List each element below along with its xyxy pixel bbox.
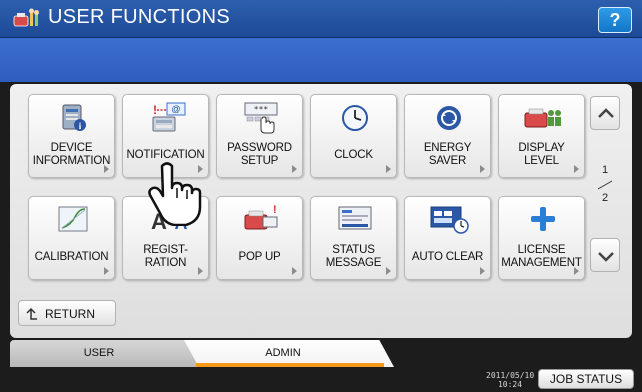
- svg-text:@: @: [171, 104, 180, 114]
- device-information-label: DEVICE INFORMATION: [32, 142, 111, 167]
- job-status-button[interactable]: JOB STATUS: [538, 369, 634, 389]
- message-area: [0, 38, 642, 82]
- arrow-icon: [574, 165, 579, 173]
- arrow-icon: [574, 267, 579, 275]
- energy-saver-button[interactable]: ENERGY SAVER: [404, 94, 491, 178]
- title-bar: USER FUNCTIONS ?: [0, 0, 642, 38]
- return-arrow-icon: [26, 307, 37, 320]
- page-title: USER FUNCTIONS: [48, 6, 230, 28]
- license-management-button[interactable]: LICENSE MANAGEMENT: [498, 196, 585, 280]
- tab-admin-label: ADMIN: [265, 347, 301, 359]
- date-text: 2011/05/10: [486, 371, 535, 380]
- arrow-icon: [480, 165, 485, 173]
- clock-label: CLOCK: [334, 148, 373, 161]
- date-time-display: 2011/05/10 10:24: [486, 371, 534, 389]
- password-keypad-icon: ***: [244, 102, 278, 134]
- svg-text:!: !: [153, 103, 157, 117]
- total-pages: 2: [601, 192, 609, 204]
- page-divider: [597, 180, 613, 190]
- calibration-button[interactable]: CALIBRATION: [28, 196, 115, 280]
- arrow-icon: [292, 267, 297, 275]
- display-level-button[interactable]: DISPLAY LEVEL: [498, 94, 585, 178]
- license-management-label: LICENSE MANAGEMENT: [501, 244, 582, 269]
- pop-up-icon: !: [244, 204, 278, 230]
- registration-label: REGIST- RATION: [143, 244, 188, 269]
- function-panel: i DEVICE INFORMATION ! @ NOTIFICATION **…: [10, 84, 632, 338]
- display-level-icon: [524, 108, 561, 128]
- svg-text:!: !: [273, 204, 277, 216]
- notification-icon: ! @: [152, 102, 186, 132]
- arrow-icon: [386, 165, 391, 173]
- help-button[interactable]: ?: [598, 7, 632, 33]
- energy-saver-label: ENERGY SAVER: [423, 142, 472, 167]
- device-information-icon: i: [62, 104, 86, 131]
- svg-text:***: ***: [254, 105, 269, 114]
- auto-clear-icon: [430, 206, 469, 234]
- arrow-icon: [104, 267, 109, 275]
- page-down-button[interactable]: [590, 238, 620, 272]
- page-indicator: 1 2: [590, 156, 620, 216]
- arrow-icon: [198, 267, 203, 275]
- tab-user-label: USER: [83, 347, 115, 359]
- time-text: 10:24: [497, 380, 523, 389]
- status-message-label: STATUS MESSAGE: [325, 244, 382, 269]
- touch-panel-screen: USER FUNCTIONS ? i DEVICE INFORMATION ! …: [0, 0, 642, 392]
- hand-pointer-icon: [148, 162, 202, 226]
- return-label: RETURN: [45, 307, 95, 321]
- tab-user[interactable]: USER: [10, 340, 200, 367]
- clock-button[interactable]: CLOCK: [310, 94, 397, 178]
- chevron-down-icon: [598, 252, 614, 262]
- status-message-button[interactable]: STATUS MESSAGE: [310, 196, 397, 280]
- user-functions-icon: [13, 8, 39, 27]
- license-management-icon: [531, 207, 555, 231]
- clock-icon: [342, 105, 368, 131]
- page-up-button[interactable]: [590, 96, 620, 130]
- energy-saver-icon: [437, 106, 461, 130]
- auto-clear-button[interactable]: AUTO CLEAR: [404, 196, 491, 280]
- display-level-label: DISPLAY LEVEL: [518, 142, 565, 167]
- arrow-icon: [386, 267, 391, 275]
- chevron-up-icon: [598, 108, 614, 118]
- pop-up-label: POP UP: [238, 250, 281, 263]
- calibration-label: CALIBRATION: [34, 250, 109, 263]
- device-information-button[interactable]: i DEVICE INFORMATION: [28, 94, 115, 178]
- auto-clear-label: AUTO CLEAR: [411, 250, 484, 263]
- arrow-icon: [292, 165, 297, 173]
- function-button-grid: i DEVICE INFORMATION ! @ NOTIFICATION **…: [28, 94, 594, 280]
- return-button[interactable]: RETURN: [18, 300, 116, 326]
- password-setup-label: PASSWORD SETUP: [227, 142, 292, 167]
- arrow-icon: [480, 267, 485, 275]
- status-message-icon: [338, 206, 372, 230]
- password-setup-button[interactable]: *** PASSWORD SETUP: [216, 94, 303, 178]
- pop-up-button[interactable]: ! POP UP: [216, 196, 303, 280]
- arrow-icon: [104, 165, 109, 173]
- calibration-icon: [58, 206, 88, 232]
- active-tab-indicator: [196, 363, 384, 367]
